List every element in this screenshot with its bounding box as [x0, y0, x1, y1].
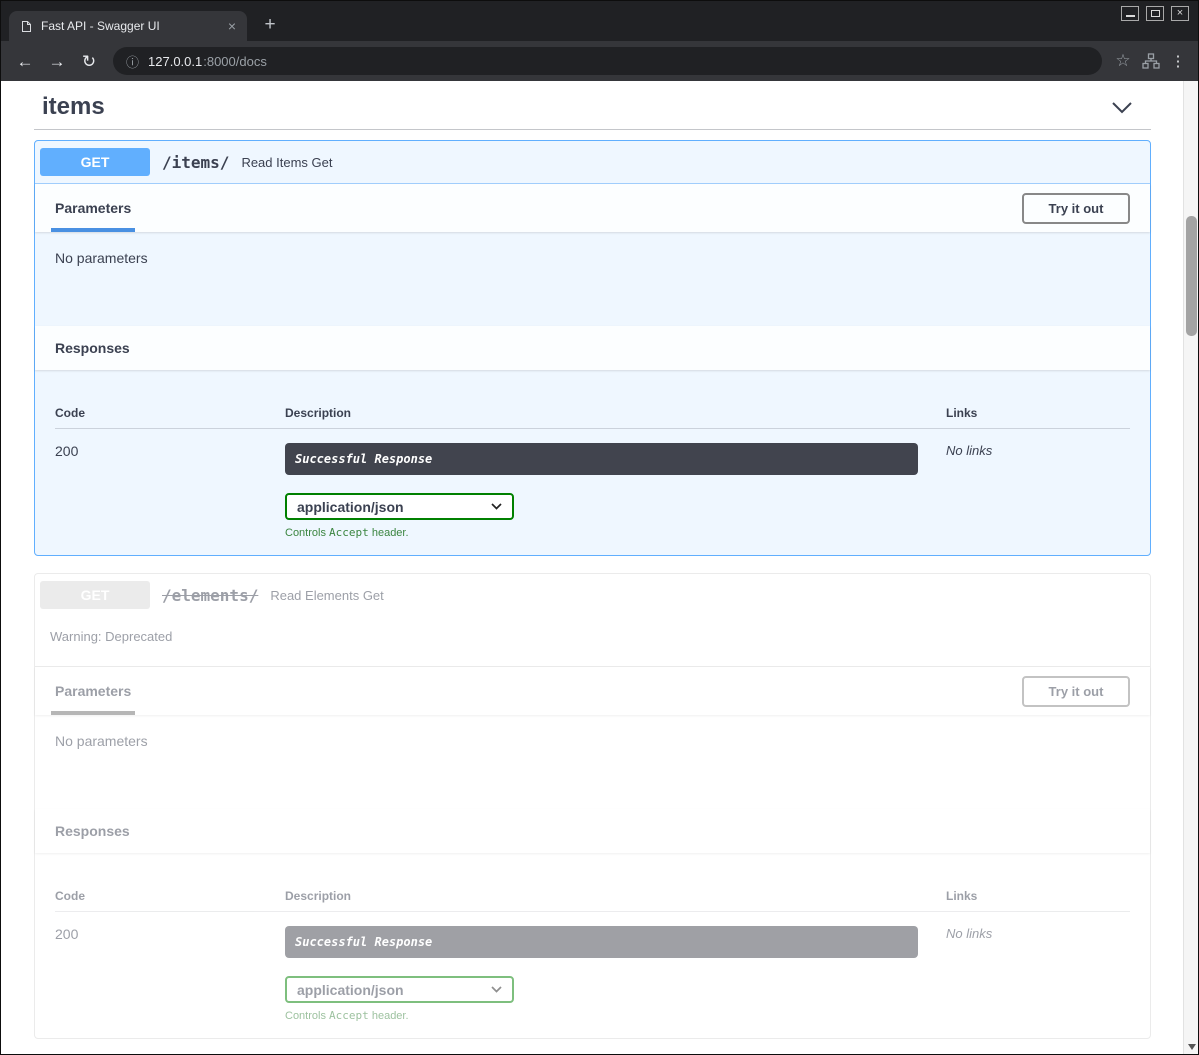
- tab-close-icon[interactable]: ×: [225, 18, 239, 34]
- response-description: Successful Response: [285, 443, 918, 475]
- browser-toolbar: ← → ↻ ⓘ 127.0.0.1 :8000/docs ☆ ⋮: [1, 41, 1198, 81]
- no-parameters-text: No parameters: [55, 733, 148, 749]
- sitemap-icon[interactable]: [1136, 53, 1166, 69]
- parameters-header: Parameters Try it out: [35, 667, 1150, 715]
- description-column-header: Description: [285, 406, 946, 420]
- page-icon: [21, 20, 32, 33]
- links-column-header: Links: [946, 889, 1130, 903]
- links-cell: No links: [946, 443, 1130, 539]
- status-code: 200: [55, 926, 285, 1022]
- close-icon: ×: [1177, 8, 1183, 19]
- bookmark-star-icon[interactable]: ☆: [1110, 51, 1136, 71]
- browser-titlebar: Fast API - Swagger UI × + ×: [1, 1, 1198, 41]
- responses-label: Responses: [55, 340, 130, 356]
- parameters-header: Parameters Try it out: [35, 184, 1150, 232]
- try-it-out-button[interactable]: Try it out: [1022, 193, 1130, 224]
- opblock-summary[interactable]: GET /items/ Read Items Get: [35, 141, 1150, 184]
- minimize-icon: [1126, 15, 1135, 17]
- browser-window: Fast API - Swagger UI × + × ← → ↻ ⓘ 127.…: [0, 0, 1199, 1055]
- reload-icon[interactable]: ↻: [73, 53, 105, 70]
- accept-note-suffix: header.: [369, 527, 409, 539]
- active-tab-underline: [51, 228, 135, 232]
- select-chevron-icon: [491, 503, 502, 510]
- responses-table-head: Code Description Links: [55, 889, 1130, 912]
- response-description: Successful Response: [285, 926, 918, 958]
- accept-note-prefix: Controls: [285, 527, 329, 539]
- media-type-select[interactable]: application/json: [285, 493, 514, 520]
- responses-header: Responses: [35, 809, 1150, 853]
- info-icon[interactable]: ⓘ: [126, 52, 139, 71]
- parameters-label: Parameters: [55, 683, 131, 699]
- opblock-get-elements-deprecated: GET /elements/ Read Elements Get Warning…: [34, 573, 1151, 1039]
- maximize-button[interactable]: [1146, 6, 1164, 21]
- opblock-body: Parameters Try it out No parameters Resp…: [35, 667, 1150, 1038]
- deprecated-warning: Warning: Deprecated: [35, 616, 1150, 666]
- links-column-header: Links: [946, 406, 1130, 420]
- swagger-ui: items GET /items/ Read Items Get Paramet…: [1, 81, 1183, 1054]
- url-host: 127.0.0.1: [148, 54, 202, 69]
- try-it-out-button[interactable]: Try it out: [1022, 676, 1130, 707]
- tag-title: items: [42, 93, 105, 121]
- page-content: items GET /items/ Read Items Get Paramet…: [1, 81, 1198, 1054]
- links-cell: No links: [946, 926, 1130, 1022]
- scroll-down-arrow-icon: [1188, 1044, 1196, 1050]
- endpoint-summary: Read Items Get: [241, 155, 332, 170]
- response-description-cell: Successful Response application/json Con…: [285, 443, 946, 539]
- code-column-header: Code: [55, 889, 285, 903]
- endpoint-path: /elements/: [162, 586, 258, 605]
- back-icon[interactable]: ←: [9, 53, 41, 70]
- opblock-body: Parameters Try it out No parameters Resp…: [35, 184, 1150, 555]
- parameters-label: Parameters: [55, 200, 131, 216]
- window-controls: ×: [1121, 6, 1189, 21]
- method-badge: GET: [40, 148, 150, 176]
- menu-dots-icon[interactable]: ⋮: [1166, 52, 1190, 70]
- accept-header-note: Controls Accept header.: [285, 526, 946, 539]
- tag-section-header[interactable]: items: [34, 85, 1151, 130]
- endpoint-path: /items/: [162, 153, 229, 172]
- code-column-header: Code: [55, 406, 285, 420]
- responses-header: Responses: [35, 326, 1150, 370]
- browser-tab[interactable]: Fast API - Swagger UI ×: [9, 11, 247, 41]
- new-tab-button[interactable]: +: [259, 14, 281, 36]
- opblock-summary[interactable]: GET /elements/ Read Elements Get: [35, 574, 1150, 616]
- media-type-value: application/json: [297, 499, 404, 515]
- accept-note-suffix: header.: [369, 1010, 409, 1022]
- scrollbar[interactable]: [1183, 81, 1198, 1054]
- scrollbar-down-button[interactable]: [1184, 1039, 1198, 1054]
- maximize-icon: [1151, 10, 1160, 17]
- chevron-down-icon[interactable]: [1111, 101, 1133, 114]
- response-row: 200 Successful Response application/json: [55, 429, 1130, 539]
- select-chevron-icon: [491, 986, 502, 993]
- response-row: 200 Successful Response application/json: [55, 912, 1130, 1022]
- accept-header-note: Controls Accept header.: [285, 1009, 946, 1022]
- parameters-body: No parameters: [35, 715, 1150, 809]
- responses-label: Responses: [55, 823, 130, 839]
- opblock-get-items: GET /items/ Read Items Get Parameters Tr…: [34, 140, 1151, 556]
- parameters-body: No parameters: [35, 232, 1150, 326]
- url-path: :8000/docs: [203, 54, 267, 69]
- responses-body: Code Description Links 200 Successful Re…: [35, 370, 1150, 555]
- accept-note-prefix: Controls: [285, 1010, 329, 1022]
- accept-note-token: Accept: [329, 526, 369, 539]
- media-type-value: application/json: [297, 982, 404, 998]
- tab-title: Fast API - Swagger UI: [41, 19, 216, 33]
- scrollbar-thumb[interactable]: [1186, 216, 1197, 336]
- active-tab-underline: [51, 711, 135, 715]
- method-badge: GET: [40, 581, 150, 609]
- no-parameters-text: No parameters: [55, 250, 148, 266]
- minimize-button[interactable]: [1121, 6, 1139, 21]
- forward-icon[interactable]: →: [41, 53, 73, 70]
- opblock-summary-wrap: GET /elements/ Read Elements Get Warning…: [35, 574, 1150, 667]
- close-button[interactable]: ×: [1171, 6, 1189, 21]
- description-column-header: Description: [285, 889, 946, 903]
- media-type-select[interactable]: application/json: [285, 976, 514, 1003]
- accept-note-token: Accept: [329, 1009, 369, 1022]
- responses-table-head: Code Description Links: [55, 406, 1130, 429]
- status-code: 200: [55, 443, 285, 539]
- url-bar[interactable]: ⓘ 127.0.0.1 :8000/docs: [113, 47, 1102, 75]
- response-description-cell: Successful Response application/json Con…: [285, 926, 946, 1022]
- endpoint-summary: Read Elements Get: [270, 588, 383, 603]
- responses-body: Code Description Links 200 Successful Re…: [35, 853, 1150, 1038]
